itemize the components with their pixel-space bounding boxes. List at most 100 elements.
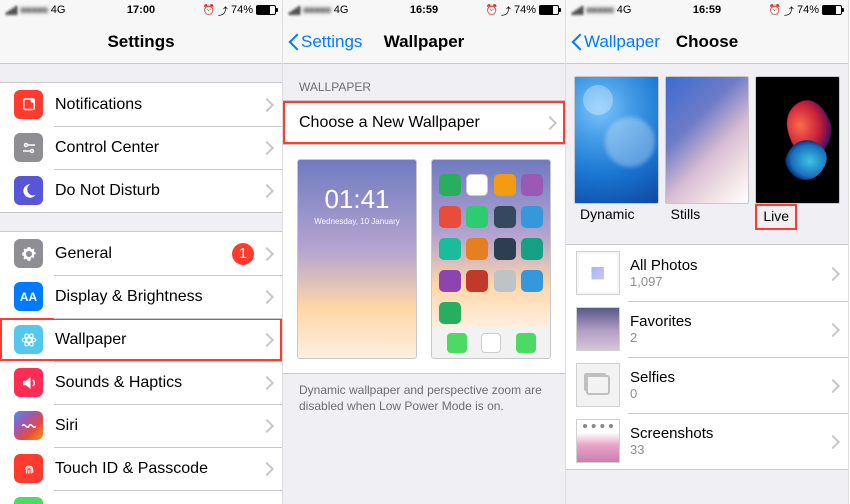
album-screenshots[interactable]: Screenshots 33 (566, 413, 848, 469)
status-bar: ●●●●● 4G 16:59 ⏰ ⤴ 74% (283, 0, 565, 20)
row-sounds-haptics[interactable]: Sounds & Haptics (0, 361, 282, 404)
back-label: Wallpaper (584, 32, 660, 52)
wallpaper-previews: 01:41 Wednesday, 10 January (283, 145, 565, 374)
nav-bar: Settings Wallpaper (283, 20, 565, 64)
signal-icon (572, 6, 583, 15)
app-icon (516, 333, 536, 353)
row-wallpaper[interactable]: Wallpaper (0, 318, 282, 361)
display-icon: AA (14, 282, 43, 311)
choose-new-list: Choose a New Wallpaper (283, 100, 565, 145)
carrier-label: ●●●●● (20, 5, 48, 16)
status-time: 16:59 (410, 4, 438, 16)
battery-pct: 74% (797, 4, 819, 16)
lock-date: Wednesday, 10 January (314, 217, 400, 226)
chevron-right-icon (262, 419, 270, 432)
chevron-right-icon (262, 333, 270, 346)
row-control-center[interactable]: Control Center (0, 126, 282, 169)
stills-thumb (665, 76, 750, 204)
category-stills[interactable]: Stills (665, 76, 750, 230)
row-label: Wallpaper (55, 331, 254, 349)
wallpaper-categories: Dynamic Stills Live (566, 64, 848, 236)
choose-new-wallpaper[interactable]: Choose a New Wallpaper (283, 101, 565, 144)
battery-pct: 74% (231, 4, 253, 16)
notification-badge: 1 (232, 243, 254, 265)
row-battery[interactable]: Battery (0, 490, 282, 504)
battery-icon (822, 5, 842, 15)
row-label: Notifications (55, 96, 254, 114)
chevron-right-icon (545, 116, 553, 129)
settings-group-1: Notifications Control Center Do Not Dist… (0, 82, 282, 213)
app-icon (494, 270, 516, 292)
album-label: Screenshots (630, 425, 820, 442)
row-do-not-disturb[interactable]: Do Not Disturb (0, 169, 282, 212)
album-thumb (576, 363, 620, 407)
home-screen-preview[interactable] (431, 159, 551, 359)
fingerprint-icon (14, 454, 43, 483)
settings-group-2: General 1 AA Display & Brightness Wallpa… (0, 231, 282, 504)
row-general[interactable]: General 1 (0, 232, 282, 275)
lock-time: 01:41 (324, 184, 389, 215)
app-icon (466, 270, 488, 292)
row-label: Display & Brightness (55, 288, 254, 306)
row-notifications[interactable]: Notifications (0, 83, 282, 126)
album-all-photos[interactable]: All Photos 1,097 (566, 245, 848, 301)
album-count: 2 (630, 330, 820, 345)
alarm-icon: ⏰ (203, 5, 215, 16)
chevron-left-icon (287, 32, 299, 52)
chevron-left-icon (570, 32, 582, 52)
category-live[interactable]: Live (755, 76, 840, 230)
signal-icon (6, 6, 17, 15)
page-title: Settings (107, 32, 174, 52)
row-display-brightness[interactable]: AA Display & Brightness (0, 275, 282, 318)
page-title: Choose (676, 32, 738, 52)
row-siri[interactable]: Siri (0, 404, 282, 447)
app-icon (521, 206, 543, 228)
status-time: 17:00 (127, 4, 155, 16)
sound-icon (14, 368, 43, 397)
chevron-right-icon (262, 184, 270, 197)
app-icon (521, 270, 543, 292)
back-button[interactable]: Settings (287, 32, 362, 52)
battery-setting-icon (14, 497, 43, 504)
carrier-label: ●●●●● (586, 5, 614, 16)
chevron-right-icon (828, 435, 836, 448)
chevron-right-icon (262, 247, 270, 260)
gear-icon (14, 239, 43, 268)
album-selfies[interactable]: Selfies 0 (566, 357, 848, 413)
row-label: Touch ID & Passcode (55, 460, 254, 478)
row-touch-id[interactable]: Touch ID & Passcode (0, 447, 282, 490)
app-icon (466, 238, 488, 260)
network-label: 4G (51, 4, 66, 16)
category-label: Stills (669, 206, 703, 222)
app-icon (466, 206, 488, 228)
orientation-lock-icon: ⤴ (784, 3, 794, 18)
wallpaper-icon (14, 325, 43, 354)
app-icon (521, 238, 543, 260)
battery-icon (539, 5, 559, 15)
album-label: Favorites (630, 313, 820, 330)
app-icon (521, 174, 543, 196)
status-time: 16:59 (693, 4, 721, 16)
network-label: 4G (334, 4, 349, 16)
status-bar: ●●●●● 4G 17:00 ⏰ ⤴ 74% (0, 0, 282, 20)
nav-bar: Wallpaper Choose (566, 20, 848, 64)
album-label: Selfies (630, 369, 820, 386)
notifications-icon (14, 90, 43, 119)
chevron-right-icon (262, 376, 270, 389)
row-label: Siri (55, 417, 254, 435)
nav-bar: Settings (0, 20, 282, 64)
lock-screen-preview[interactable]: 01:41 Wednesday, 10 January (297, 159, 417, 359)
orientation-lock-icon: ⤴ (218, 3, 228, 18)
carrier-label: ●●●●● (303, 5, 331, 16)
category-dynamic[interactable]: Dynamic (574, 76, 659, 230)
dock (432, 328, 550, 358)
app-icon (494, 238, 516, 260)
album-count: 0 (630, 386, 820, 401)
app-icon (439, 206, 461, 228)
footer-note: Dynamic wallpaper and perspective zoom a… (283, 374, 565, 422)
chevron-right-icon (262, 98, 270, 111)
album-favorites[interactable]: Favorites 2 (566, 301, 848, 357)
chevron-right-icon (262, 462, 270, 475)
row-label: Sounds & Haptics (55, 374, 254, 392)
back-button[interactable]: Wallpaper (570, 32, 660, 52)
